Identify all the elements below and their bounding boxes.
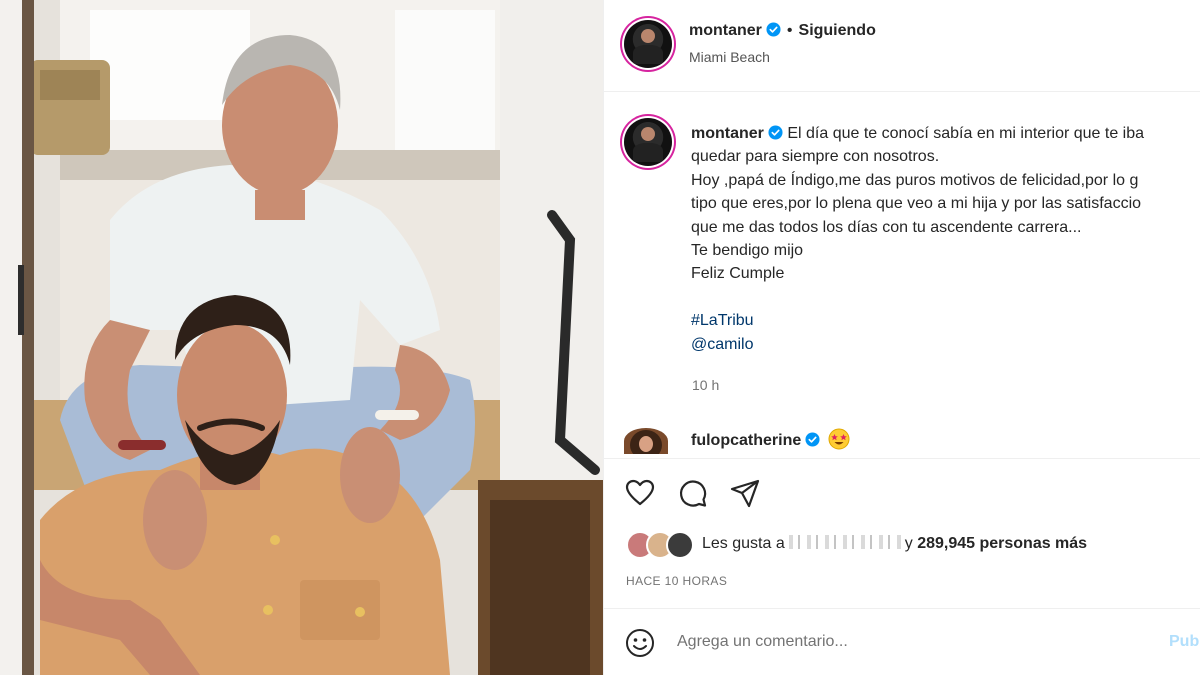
comment-input[interactable] [677,631,1077,653]
avatar-shirt [632,142,664,163]
caption-text: El día que te conocí sabía en mi interio… [787,125,1145,142]
avatar-face [640,126,656,142]
header-separator: • [786,22,793,39]
comment-text: fulopcatherine [691,428,850,450]
caption-line: Feliz Cumple [691,265,785,283]
comment-row: fulopcatherine [604,422,1200,458]
post-caption: montaner El día que te conocí sabía en m… [691,122,1200,356]
verified-badge-icon [805,432,820,447]
comment-bubble-icon[interactable] [677,477,709,509]
avatar-face [639,436,653,452]
post-actions: Les gusta a y 289,945 personas más HACE 1… [604,458,1200,609]
publish-button[interactable]: Publ [1169,633,1200,651]
likes-count[interactable]: 289,945 personas más [917,535,1087,552]
caption-avatar[interactable] [624,118,672,166]
blurred-username [788,535,901,549]
heart-icon[interactable] [624,477,656,509]
likes-conjunction: y [904,535,913,552]
liker-avatar [666,531,694,559]
likes-summary: Les gusta a y 289,945 personas más [702,535,1087,553]
mention-link[interactable]: @camilo [691,333,1200,356]
avatar-shirt [632,44,664,65]
post-photo-illustration [0,0,603,675]
author-avatar[interactable] [624,20,672,68]
author-username[interactable]: montaner [689,22,762,39]
caption-block: montaner El día que te conocí sabía en m… [604,92,1200,402]
post-header: montaner • Siguiendo Miami Beach [604,0,1200,92]
caption-username[interactable]: montaner [691,125,764,142]
caption-line: Hoy ,papá de Índigo,me das puros motivos… [691,171,1139,189]
hashtag-link[interactable]: #LaTribu [691,309,1200,332]
following-button[interactable]: Siguiendo [799,22,876,39]
caption-line: quedar para siempre con nosotros. [691,148,940,166]
commenter-username[interactable]: fulopcatherine [691,432,801,449]
commenter-avatar[interactable] [624,428,668,454]
post-location[interactable]: Miami Beach [689,49,770,65]
caption-time[interactable]: 10 h [692,377,719,393]
post-details-panel: montaner • Siguiendo Miami Beach montaner … [603,0,1200,675]
caption-line: Te bendigo mijo [691,241,804,259]
post-photo[interactable] [0,0,603,675]
caption-line: tipo que eres,por lo plena que veo a mi … [691,195,1142,213]
star-struck-emoji [828,428,850,450]
post-timestamp[interactable]: HACE 10 HORAS [626,574,727,588]
caption-line: montaner El día que te conocí sabía en m… [691,122,1200,145]
caption-line: que me das todos los días con tu ascende… [691,218,1082,236]
avatar-face [640,28,656,44]
add-comment-bar: Publ [604,608,1200,676]
verified-badge-icon [766,22,781,37]
paper-plane-icon[interactable] [729,477,761,509]
likes-prefix: Les gusta a [702,535,785,552]
verified-badge-icon [768,125,783,140]
header-title-row: montaner • Siguiendo [689,22,876,40]
smiley-icon[interactable] [624,627,656,659]
